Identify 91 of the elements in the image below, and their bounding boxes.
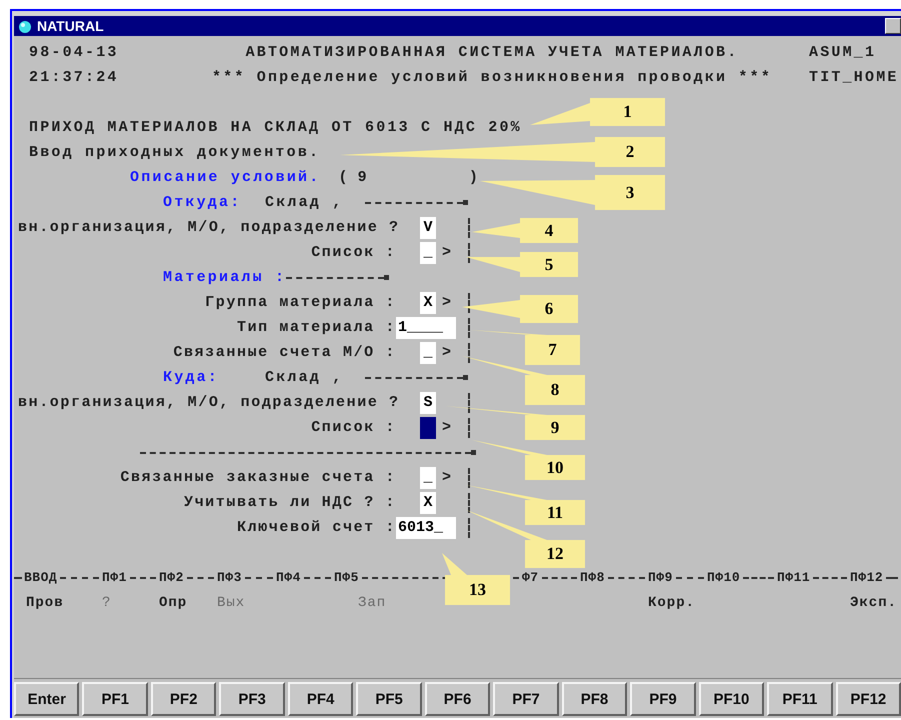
callout-number: 2 bbox=[595, 137, 665, 167]
header-text: 98-04-13 bbox=[29, 44, 120, 61]
field-label: вн.организация, М/О, подразделение ? bbox=[18, 394, 396, 411]
section-title: Куда: bbox=[163, 369, 220, 386]
callout-number: 11 bbox=[525, 500, 585, 525]
input-field[interactable]: _ bbox=[420, 342, 436, 364]
section-title: Откуда: bbox=[163, 194, 242, 211]
input-field[interactable]: _ bbox=[420, 242, 436, 264]
function-key-button[interactable]: PF9 bbox=[630, 682, 696, 716]
list-arrow[interactable]: > bbox=[442, 469, 452, 486]
function-key-button[interactable]: PF4 bbox=[288, 682, 354, 716]
field-label: Список : bbox=[310, 244, 396, 261]
list-arrow[interactable]: > bbox=[442, 344, 452, 361]
function-key-label: ПФ5 bbox=[334, 570, 359, 585]
function-key-action: Опр bbox=[159, 594, 188, 610]
input-field[interactable]: X bbox=[420, 492, 436, 514]
function-key-label: ПФ4 bbox=[276, 570, 301, 585]
function-key-label: ПФ3 bbox=[217, 570, 242, 585]
function-key-button[interactable]: PF5 bbox=[356, 682, 422, 716]
place-text: Склад , bbox=[265, 194, 344, 211]
header-title: АВТОМАТИЗИРОВАННАЯ СИСТЕМА УЧЕТА МАТЕРИАЛОВ. bbox=[244, 44, 740, 61]
function-key-action: ? bbox=[102, 594, 112, 610]
field-label: Связанные заказные счета : bbox=[119, 469, 396, 486]
callout-number: 8 bbox=[525, 375, 585, 405]
minimize-button[interactable] bbox=[885, 18, 901, 34]
function-key-button[interactable]: PF2 bbox=[150, 682, 216, 716]
function-key-button[interactable]: PF10 bbox=[698, 682, 764, 716]
leader-line bbox=[530, 103, 590, 125]
function-key-button[interactable]: PF6 bbox=[424, 682, 490, 716]
paren-text: ) bbox=[468, 169, 480, 186]
input-field[interactable]: 1____ bbox=[396, 316, 456, 338]
function-key-button[interactable]: PF12 bbox=[836, 682, 901, 716]
callout-number: 1 bbox=[590, 98, 665, 126]
input-field[interactable]: _ bbox=[420, 466, 436, 488]
callout-number: 6 bbox=[520, 295, 578, 323]
function-key-action: Эксп. bbox=[850, 594, 898, 610]
cursor-field[interactable] bbox=[420, 416, 436, 438]
function-key-label: ПФ12 bbox=[850, 570, 884, 585]
function-key-label: ПФ2 bbox=[159, 570, 184, 585]
place-text: Склад , bbox=[265, 369, 344, 386]
header-text: TIT_HOME bbox=[809, 69, 900, 86]
sphere-icon bbox=[17, 18, 33, 34]
function-key-button[interactable]: PF8 bbox=[562, 682, 628, 716]
function-key-label: Ф7 bbox=[522, 570, 539, 585]
function-key-label: ПФ11 bbox=[777, 570, 810, 585]
condition-count: 9 bbox=[358, 169, 369, 186]
field-label: Группа материала : bbox=[204, 294, 396, 311]
header-text: ASUM_1 bbox=[809, 44, 878, 61]
function-key-label: ПФ10 bbox=[707, 570, 740, 585]
function-key-action: Зап bbox=[358, 594, 386, 610]
function-key-label: ПФ9 bbox=[648, 570, 673, 585]
function-key-label: ПФ1 bbox=[102, 570, 127, 585]
callout-number: 5 bbox=[520, 252, 578, 277]
input-field[interactable]: V bbox=[420, 216, 436, 238]
function-key-action: Вых bbox=[217, 594, 246, 610]
field-label: Учитывать ли НДС ? : bbox=[182, 494, 396, 511]
section-title: Описание условий. bbox=[130, 169, 320, 186]
header-text: 21:37:24 bbox=[29, 69, 120, 86]
function-key-label: ПФ8 bbox=[580, 570, 605, 585]
function-key-button[interactable]: PF3 bbox=[219, 682, 285, 716]
function-key-button[interactable]: PF7 bbox=[493, 682, 559, 716]
field-label: Список : bbox=[310, 419, 396, 436]
paren-text: ( bbox=[338, 169, 350, 186]
list-arrow[interactable]: > bbox=[442, 419, 452, 436]
callout-number: 12 bbox=[525, 540, 585, 568]
function-key-button[interactable]: Enter bbox=[14, 682, 80, 716]
input-field[interactable]: X bbox=[420, 292, 436, 314]
leader-line bbox=[466, 257, 520, 272]
operation-text: ПРИХОД МАТЕРИАЛОВ НА СКЛАД ОТ 6013 С НДС 20% bbox=[29, 119, 522, 136]
function-key-action: Пров bbox=[26, 594, 64, 610]
window-title: NATURAL bbox=[37, 18, 104, 34]
leader-line bbox=[462, 300, 520, 318]
field-label: Ключевой счет : bbox=[236, 519, 396, 536]
list-arrow[interactable]: > bbox=[442, 244, 452, 261]
callout-number: 3 bbox=[595, 175, 665, 210]
field-label: Связанные счета М/О : bbox=[172, 344, 396, 361]
function-key-button[interactable]: PF11 bbox=[767, 682, 833, 716]
field-label: вн.организация, М/О, подразделение ? bbox=[18, 219, 396, 236]
header-title: *** Определение условий возникновения проводки *** bbox=[210, 69, 774, 86]
input-field[interactable]: S bbox=[420, 392, 436, 414]
function-key-label: ВВОД bbox=[24, 570, 58, 585]
callout-number: 9 bbox=[525, 415, 585, 440]
section-title: Материалы : bbox=[163, 269, 286, 286]
function-key-action: Корр. bbox=[648, 594, 696, 610]
list-arrow[interactable]: > bbox=[442, 294, 452, 311]
callout-number: 10 bbox=[525, 455, 585, 480]
leader-line bbox=[472, 223, 520, 238]
mode-text: Ввод приходных документов. bbox=[29, 144, 320, 161]
input-field[interactable]: 6013_ bbox=[396, 516, 456, 538]
field-label: Тип материала : bbox=[236, 319, 396, 336]
function-key-button[interactable]: PF1 bbox=[82, 682, 148, 716]
